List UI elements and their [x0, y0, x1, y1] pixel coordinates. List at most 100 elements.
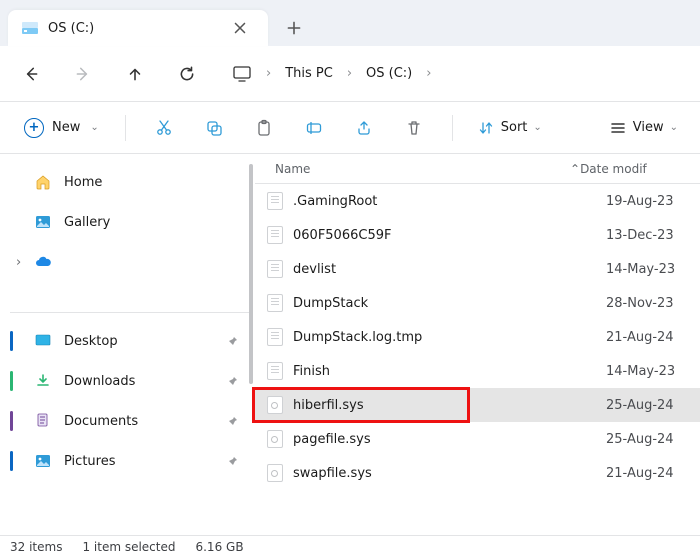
file-row[interactable]: Finish14-May-23: [255, 354, 700, 388]
pictures-icon: [34, 452, 52, 470]
pin-icon: [225, 414, 239, 428]
sidebar-item-label: Home: [64, 175, 102, 190]
chevron-right-icon: ›: [266, 66, 271, 81]
file-icon: [267, 464, 283, 482]
gallery-icon: [34, 213, 52, 231]
desktop-icon: [34, 332, 52, 350]
file-icon: [267, 328, 283, 346]
breadcrumb-this-pc[interactable]: This PC: [285, 66, 333, 81]
sidebar-item-downloads[interactable]: Downloads: [10, 363, 249, 399]
pin-icon: [225, 454, 239, 468]
file-row[interactable]: 060F5066C59F 13-Dec-23: [255, 218, 700, 252]
file-date: 14-May-23: [606, 262, 700, 277]
paste-button[interactable]: [242, 110, 286, 146]
sidebar-item-label: Gallery: [64, 215, 110, 230]
file-icon: [267, 430, 283, 448]
file-icon: [267, 226, 283, 244]
file-name: swapfile.sys: [293, 466, 596, 481]
chevron-down-icon: ⌄: [533, 122, 541, 133]
sidebar-item-label: Downloads: [64, 374, 135, 389]
file-row[interactable]: pagefile.sys 25-Aug-24: [255, 422, 700, 456]
file-name: 060F5066C59F: [293, 228, 596, 243]
sidebar-item-onedrive[interactable]: [10, 244, 249, 280]
nav-forward-button[interactable]: [66, 57, 100, 91]
file-icon: [267, 192, 283, 210]
status-bar: 32 items 1 item selected 6.16 GB: [0, 535, 700, 557]
share-button[interactable]: [342, 110, 386, 146]
chevron-right-icon: ›: [347, 66, 352, 81]
sidebar-separator: [10, 312, 249, 313]
sidebar-item-desktop[interactable]: Desktop: [10, 323, 249, 359]
status-selection-count: 1 item selected: [82, 540, 175, 554]
sort-indicator-icon: ⌃: [570, 162, 580, 176]
file-date: 25-Aug-24: [606, 398, 700, 413]
file-row[interactable]: DumpStack.log.tmp 21-Aug-24: [255, 320, 700, 354]
file-name: hiberfil.sys: [293, 398, 596, 413]
view-button[interactable]: View ⌄: [601, 119, 686, 137]
browser-tab[interactable]: OS (C:): [8, 10, 268, 46]
rename-button[interactable]: [292, 110, 336, 146]
sidebar-item-pictures[interactable]: Pictures: [10, 443, 249, 479]
file-row[interactable]: swapfile.sys21-Aug-24: [255, 456, 700, 490]
status-selection-size: 6.16 GB: [195, 540, 243, 554]
separator: [452, 115, 453, 141]
sidebar-item-label: Pictures: [64, 454, 115, 469]
breadcrumb: › This PC › OS (C:) ›: [232, 64, 431, 84]
file-name: .GamingRoot: [293, 194, 596, 209]
new-label: New: [52, 120, 80, 135]
close-tab-button[interactable]: [226, 14, 254, 42]
file-list: Name ⌃ Date modif .GamingRoot 19-Aug-23 06…: [255, 154, 700, 535]
separator: [125, 115, 126, 141]
accent-bar: [10, 411, 13, 431]
copy-button[interactable]: [192, 110, 236, 146]
file-name: DumpStack: [293, 296, 596, 311]
file-row[interactable]: DumpStack28-Nov-23: [255, 286, 700, 320]
nav-up-button[interactable]: [118, 57, 152, 91]
sidebar-item-home[interactable]: Home: [10, 164, 249, 200]
sidebar: Home Gallery Desktop: [0, 154, 255, 535]
new-button[interactable]: + New ⌄: [14, 114, 109, 142]
file-icon: [267, 260, 283, 278]
home-icon: [34, 173, 52, 191]
chevron-right-icon: ›: [426, 66, 431, 81]
file-date: 13-Dec-23: [606, 228, 700, 243]
file-row[interactable]: .GamingRoot 19-Aug-23: [255, 184, 700, 218]
accent-bar: [10, 371, 13, 391]
accent-bar: [10, 331, 13, 351]
sort-label: Sort: [501, 120, 528, 135]
status-item-count: 32 items: [10, 540, 62, 554]
pc-icon[interactable]: [232, 64, 252, 84]
download-icon: [34, 372, 52, 390]
column-headers: Name ⌃ Date modif: [255, 154, 700, 184]
file-name: Finish: [293, 364, 596, 379]
file-name: DumpStack.log.tmp: [293, 330, 596, 345]
file-date: 21-Aug-24: [606, 330, 700, 345]
column-header-name[interactable]: Name: [255, 162, 570, 176]
sidebar-item-gallery[interactable]: Gallery: [10, 204, 249, 240]
cut-button[interactable]: [142, 110, 186, 146]
sidebar-item-documents[interactable]: Documents: [10, 403, 249, 439]
sort-button[interactable]: Sort ⌄: [469, 119, 550, 137]
nav-back-button[interactable]: [14, 57, 48, 91]
tab-title: OS (C:): [48, 21, 216, 36]
view-label: View: [633, 120, 664, 135]
file-row[interactable]: devlist14-May-23: [255, 252, 700, 286]
nav-refresh-button[interactable]: [170, 57, 204, 91]
documents-icon: [34, 412, 52, 430]
drive-icon: [22, 20, 38, 36]
breadcrumb-drive[interactable]: OS (C:): [366, 66, 412, 81]
file-name: pagefile.sys: [293, 432, 596, 447]
sidebar-item-label: Documents: [64, 414, 138, 429]
sidebar-scrollbar[interactable]: [249, 164, 253, 384]
delete-button[interactable]: [392, 110, 436, 146]
file-icon: [267, 362, 283, 380]
column-header-date[interactable]: Date modif: [580, 162, 700, 176]
file-date: 25-Aug-24: [606, 432, 700, 447]
cloud-icon: [34, 253, 52, 271]
file-row[interactable]: hiberfil.sys 25-Aug-24: [255, 388, 700, 422]
pin-icon: [225, 374, 239, 388]
file-icon: [267, 396, 283, 414]
file-icon: [267, 294, 283, 312]
file-date: 19-Aug-23: [606, 194, 700, 209]
new-tab-button[interactable]: [274, 10, 314, 46]
